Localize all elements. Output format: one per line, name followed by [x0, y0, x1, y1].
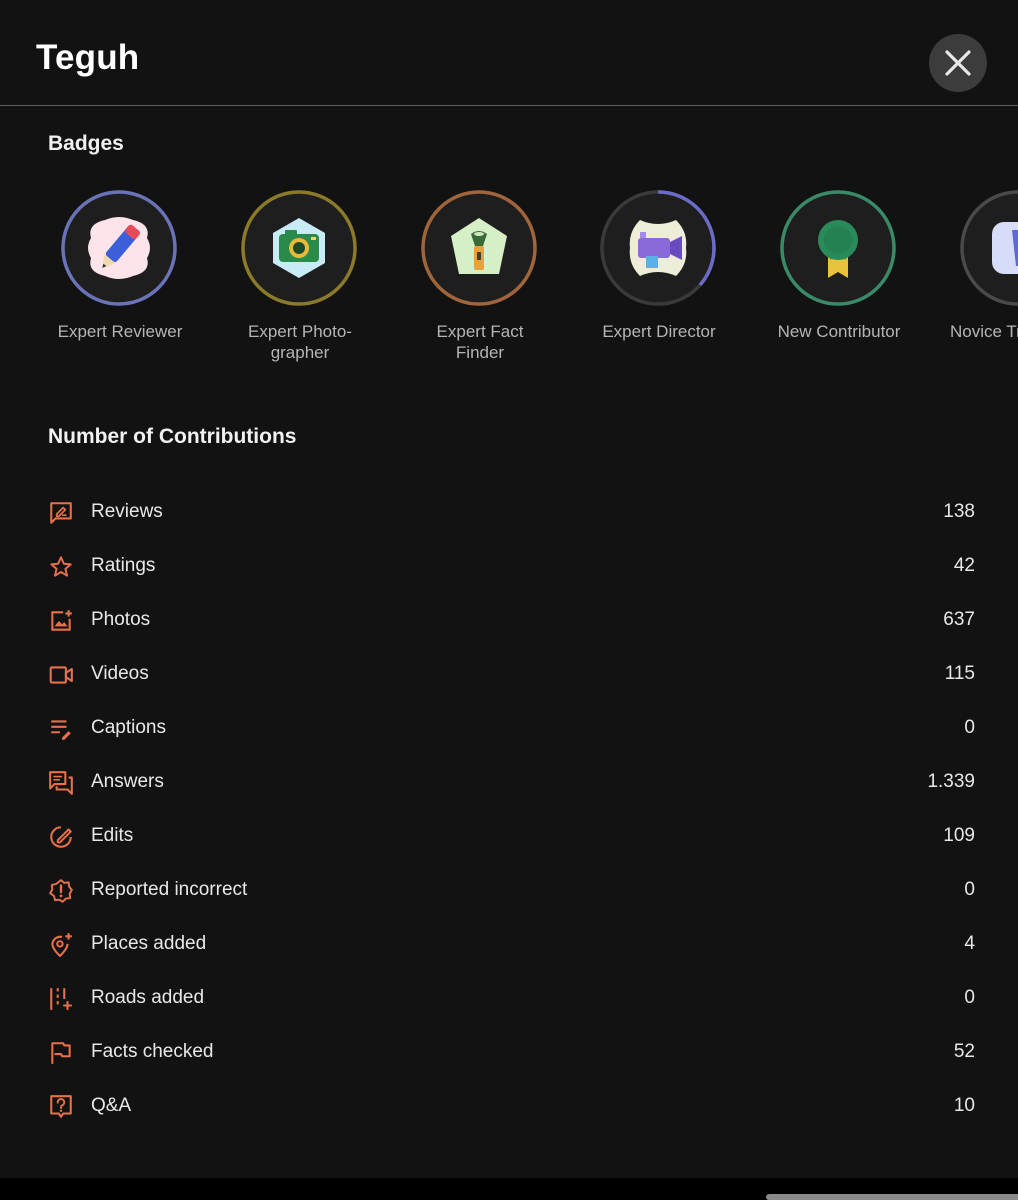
contribution-row-reported-incorrect[interactable]: Reported incorrect 0	[0, 864, 1018, 918]
contribution-row-facts-checked[interactable]: Facts checked 52	[0, 1026, 1018, 1080]
road-badge-icon	[992, 222, 1018, 274]
badge-label: Expert Fact Finder	[436, 322, 524, 362]
contribution-row-edits[interactable]: Edits 109	[0, 810, 1018, 864]
badge-novice[interactable]: Novice Tr	[929, 188, 1018, 378]
contribution-row-places-added[interactable]: Places added 4	[0, 918, 1018, 972]
contribution-count: 109	[943, 825, 975, 846]
answers-icon	[49, 771, 73, 795]
contribution-count: 115	[944, 663, 975, 684]
badges-row[interactable]: Expert Reviewer Expert Photo- grapher Ex…	[0, 188, 1018, 388]
contribution-label: Facts checked	[91, 1041, 214, 1062]
video-camera-badge-icon	[629, 220, 687, 276]
close-button[interactable]	[929, 34, 987, 92]
contribution-label: Videos	[91, 663, 149, 684]
contribution-label: Answers	[91, 771, 164, 792]
badge-label: New Contributor	[777, 322, 901, 341]
contribution-label: Captions	[91, 717, 166, 738]
contribution-count: 10	[953, 1095, 975, 1116]
badge-label: Expert Photo- grapher	[248, 322, 352, 362]
contribution-label: Reviews	[91, 501, 163, 522]
ribbon-badge-icon	[818, 220, 858, 278]
contribution-row-videos[interactable]: Videos 115	[0, 648, 1018, 702]
badge-new-contributor[interactable]: New Contributor	[749, 188, 929, 378]
contribution-count: 42	[953, 555, 975, 576]
contribution-label: Edits	[91, 825, 134, 846]
badge-label: Novice Tr	[950, 322, 1018, 341]
edit-tag-icon	[50, 826, 72, 848]
question-icon	[50, 1095, 72, 1118]
camera-badge-icon	[273, 218, 325, 278]
contribution-row-roads-added[interactable]: Roads added 0	[0, 972, 1018, 1026]
badge-expert-fact-finder[interactable]: Expert Fact Finder	[390, 188, 570, 378]
review-icon	[50, 502, 72, 524]
add-location-icon	[51, 933, 72, 958]
badge-expert-director[interactable]: Expert Director	[569, 188, 749, 378]
page-title: Teguh	[36, 38, 140, 77]
contribution-label: Roads added	[91, 987, 205, 1008]
contribution-count: 637	[943, 609, 975, 630]
contribution-row-captions[interactable]: Captions 0	[0, 702, 1018, 756]
close-icon	[945, 50, 971, 76]
pen-badge-icon	[88, 217, 150, 279]
contribution-row-ratings[interactable]: Ratings 42	[0, 540, 1018, 594]
star-icon	[50, 556, 72, 577]
add-road-icon	[50, 988, 72, 1010]
badge-label: Expert Reviewer	[57, 322, 183, 341]
contribution-label: Reported incorrect	[91, 879, 248, 900]
contribution-row-reviews[interactable]: Reviews 138	[0, 486, 1018, 540]
contribution-count: 1.339	[927, 771, 975, 792]
report-icon	[49, 879, 73, 903]
contribution-label: Q&A	[91, 1095, 132, 1116]
scrollbar[interactable]	[766, 1194, 1018, 1200]
contribution-label: Ratings	[91, 555, 156, 576]
contributions-title: Number of Contributions	[48, 425, 297, 448]
contribution-count: 0	[964, 717, 975, 738]
contribution-row-answers[interactable]: Answers 1.339	[0, 756, 1018, 810]
caption-edit-icon	[51, 720, 71, 740]
flag-icon	[51, 1042, 71, 1064]
contribution-row-photos[interactable]: Photos 637	[0, 594, 1018, 648]
add-photo-icon	[51, 610, 72, 631]
contribution-count: 4	[964, 933, 975, 954]
contribution-label: Photos	[91, 609, 151, 630]
contribution-row-qa[interactable]: Q&A 10	[0, 1080, 1018, 1134]
contribution-count: 52	[953, 1041, 975, 1062]
video-icon	[49, 666, 73, 684]
badges-title: Badges	[48, 132, 124, 155]
badge-expert-photographer[interactable]: Expert Photo- grapher	[210, 188, 390, 378]
header: Teguh	[0, 0, 1018, 106]
badge-expert-reviewer[interactable]: Expert Reviewer	[30, 188, 210, 378]
flashlight-badge-icon	[451, 218, 507, 274]
contribution-label: Places added	[91, 933, 207, 954]
badge-label: Expert Director	[602, 322, 716, 341]
contribution-count: 138	[943, 501, 975, 522]
contribution-count: 0	[964, 987, 975, 1008]
contribution-count: 0	[964, 879, 975, 900]
